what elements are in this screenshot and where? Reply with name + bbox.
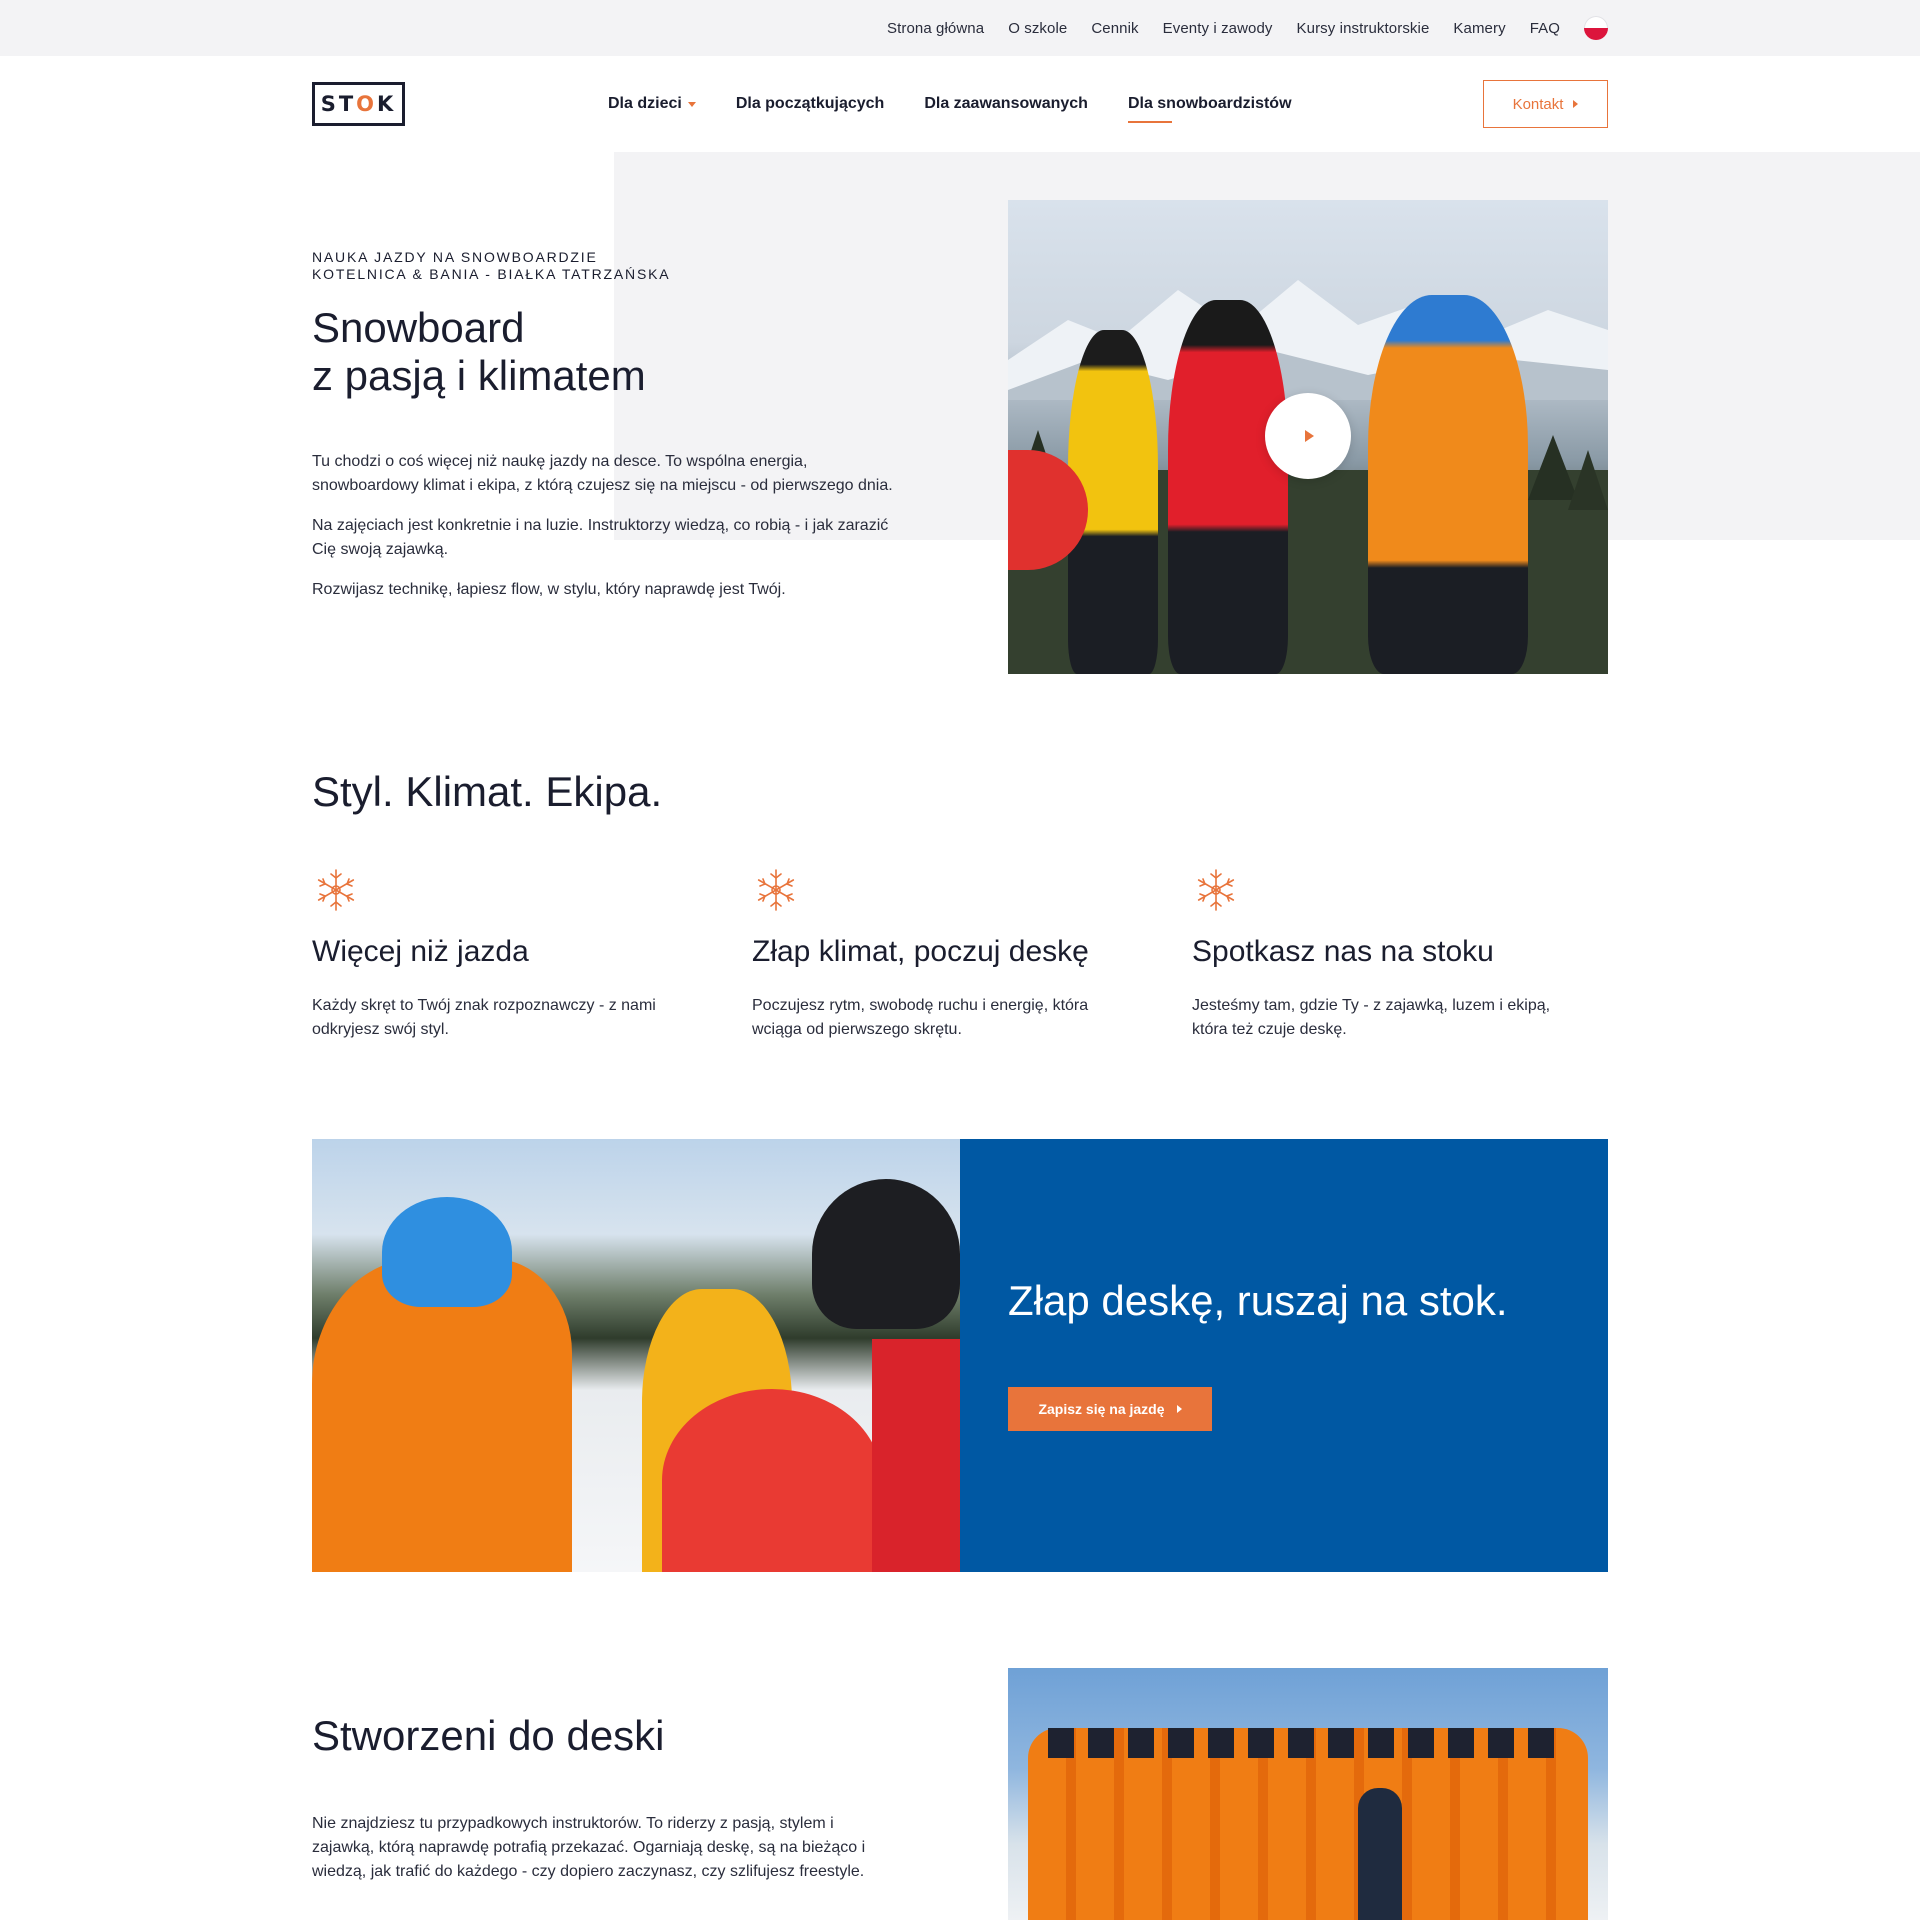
- topnav-instructor-courses-link[interactable]: Kursy instruktorskie: [1297, 20, 1430, 37]
- black-helmet: [812, 1179, 960, 1329]
- snowboarder-red-jacket: [1168, 300, 1288, 674]
- contact-button-label: Kontakt: [1512, 95, 1564, 113]
- hero-title-line1: Snowboard: [312, 304, 525, 351]
- topnav-pricing-link[interactable]: Cennik: [1091, 20, 1138, 37]
- feature-text: Jesteśmy tam, gdzie Ty - z zajawką, luze…: [1192, 997, 1551, 1038]
- snowflake-icon: [757, 869, 795, 911]
- menu-item-beginners[interactable]: Dla początkujących: [736, 95, 885, 113]
- top-bar: Strona główna O szkole Cennik Eventy i z…: [0, 0, 1920, 56]
- hero-description: Tu chodzi o coś więcej niż naukę jazdy n…: [312, 450, 902, 618]
- top-navigation: Strona główna O szkole Cennik Eventy i z…: [887, 0, 1608, 56]
- cta-photo: [312, 1139, 960, 1572]
- helmets-row: [1048, 1728, 1568, 1758]
- topnav-faq-link[interactable]: FAQ: [1530, 20, 1560, 37]
- hero-paragraph-2: Na zajęciach jest konkretnie i na luzie.…: [312, 517, 889, 558]
- arrow-right-icon: [1176, 1405, 1182, 1413]
- menu-item-snowboarders[interactable]: Dla snowboardzistów: [1127, 95, 1292, 123]
- snowflake-icon: [317, 869, 355, 911]
- cta-panel: Złap deskę, ruszaj na stok. Zapisz się n…: [960, 1139, 1608, 1572]
- hero-eyebrow: NAUKA JAZDY NA SNOWBOARDZIE KOTELNICA & …: [312, 249, 670, 283]
- topnav-cameras-link[interactable]: Kamery: [1453, 20, 1505, 37]
- topnav-about-link[interactable]: O szkole: [1008, 20, 1067, 37]
- red-snowboard: [662, 1389, 882, 1572]
- feature-text: Poczujesz rytm, swobodę ruchu i energię,…: [752, 997, 1089, 1038]
- menu-item-advanced[interactable]: Dla zaawansowanych: [924, 95, 1088, 113]
- feature-title: Więcej niż jazda: [312, 935, 529, 968]
- feature-title: Złap klimat, poczuj deskę: [752, 935, 1089, 968]
- hero-paragraph-1: Tu chodzi o coś więcej niż naukę jazdy n…: [312, 453, 893, 494]
- play-video-button[interactable]: [1265, 393, 1351, 479]
- contact-button[interactable]: Kontakt: [1483, 80, 1608, 128]
- feature-card: Więcej niż jazda Każdy skręt to Twój zna…: [312, 866, 702, 1042]
- features-title: Styl. Klimat. Ekipa.: [312, 768, 663, 815]
- hero-eyebrow-line2: KOTELNICA & BANIA - BIAŁKA TATRZAŃSKA: [312, 266, 671, 282]
- main-menu: Dla dzieci Dla początkujących Dla zaawan…: [608, 56, 1292, 152]
- cta-title: Złap deskę, ruszaj na stok.: [1008, 1277, 1508, 1324]
- polish-flag-icon[interactable]: [1584, 16, 1608, 40]
- arrow-right-icon: [1573, 100, 1579, 108]
- menu-item-kids[interactable]: Dla dzieci: [608, 95, 696, 113]
- hero-paragraph-3: Rozwijasz technikę, łapiesz flow, w styl…: [312, 581, 786, 598]
- snowflake-icon: [1197, 869, 1235, 911]
- hero-title-line2: z pasją i klimatem: [312, 352, 646, 399]
- topnav-home-link[interactable]: Strona główna: [887, 20, 984, 37]
- red-jacket: [872, 1339, 960, 1572]
- logo-text-left: ST: [320, 92, 357, 116]
- logo-text-right: K: [377, 92, 397, 116]
- feature-text: Każdy skręt to Twój znak rozpoznawczy - …: [312, 997, 656, 1038]
- main-header: ST O K Dla dzieci Dla początkujących Dla z…: [0, 56, 1920, 152]
- chevron-down-icon: [687, 101, 696, 107]
- instructor-orange-jacket: [1368, 295, 1528, 674]
- blue-helmet: [382, 1197, 512, 1307]
- topnav-events-link[interactable]: Eventy i zawody: [1163, 20, 1273, 37]
- logo-text-mid: O: [356, 92, 378, 116]
- team-photo: [1008, 1668, 1608, 1920]
- signup-button[interactable]: Zapisz się na jazdę: [1008, 1387, 1212, 1431]
- snowboard: [1358, 1788, 1402, 1920]
- hero-eyebrow-line1: NAUKA JAZDY NA SNOWBOARDZIE: [312, 249, 598, 265]
- team-description: Nie znajdziesz tu przypadkowych instrukt…: [312, 1815, 866, 1880]
- stok-logo[interactable]: ST O K: [312, 82, 405, 126]
- signup-button-label: Zapisz się na jazdę: [1038, 1401, 1165, 1417]
- menu-item-kids-label: Dla dzieci: [608, 95, 682, 112]
- feature-card: Złap klimat, poczuj deskę Poczujesz rytm…: [752, 866, 1142, 1042]
- hero-title: Snowboard z pasją i klimatem: [312, 304, 646, 400]
- feature-card: Spotkasz nas na stoku Jesteśmy tam, gdzi…: [1192, 866, 1582, 1042]
- feature-title: Spotkasz nas na stoku: [1192, 935, 1494, 968]
- team-title: Stworzeni do deski: [312, 1712, 665, 1759]
